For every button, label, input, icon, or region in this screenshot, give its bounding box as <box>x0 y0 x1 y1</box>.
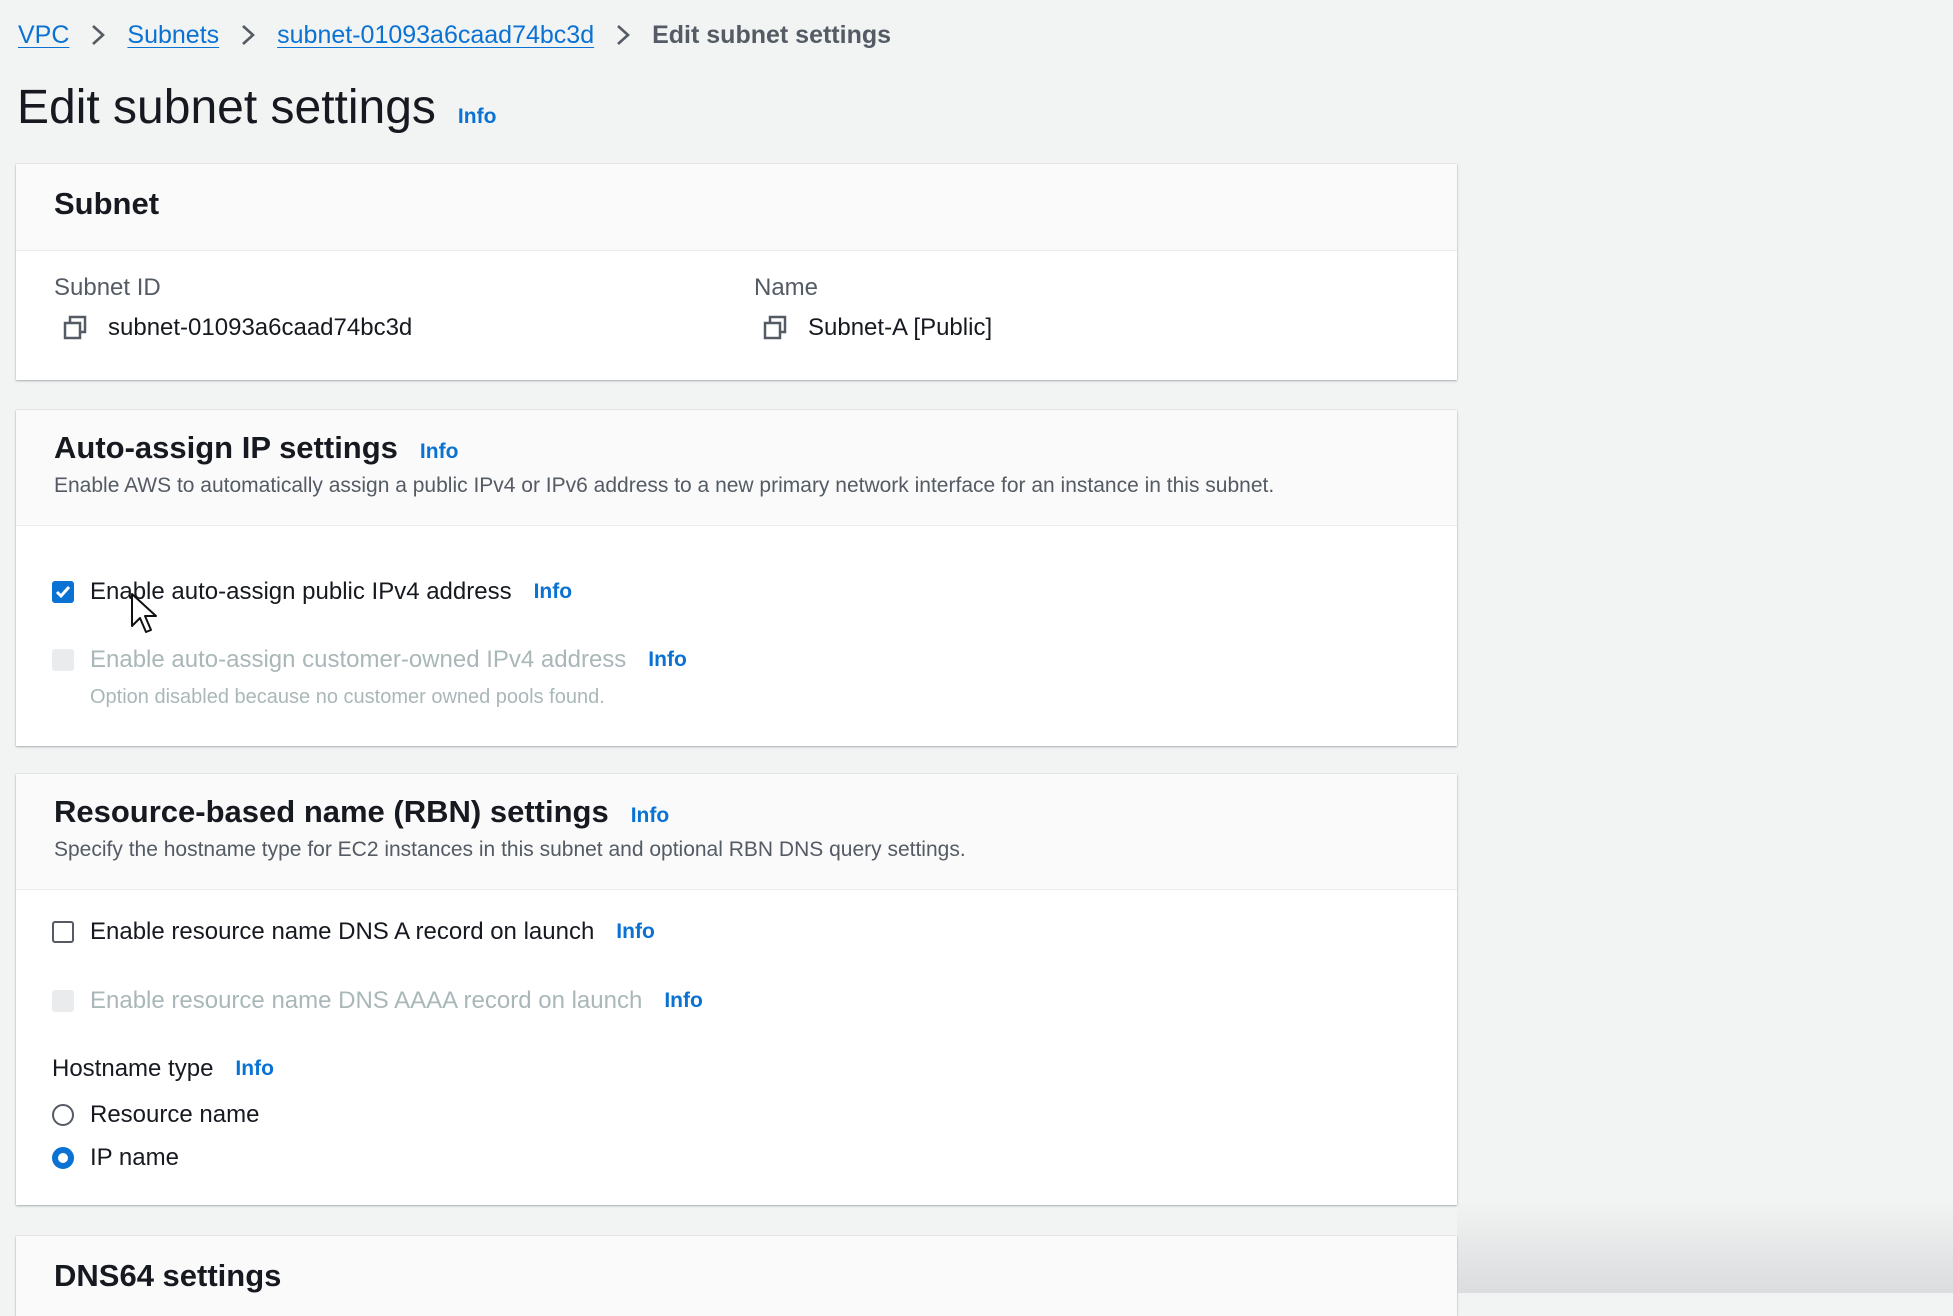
subnet-id-field: Subnet ID subnet-01093a6caad74bc3d <box>54 274 412 342</box>
resource-name-label: Resource name <box>90 1101 260 1128</box>
auto-assign-public-ipv4-label: Enable auto-assign public IPv4 address <box>90 578 512 605</box>
page-info-link[interactable]: Info <box>458 105 496 129</box>
rbn-info-link[interactable]: Info <box>631 804 669 827</box>
auto-assign-public-ipv4-info-link[interactable]: Info <box>534 580 572 604</box>
customer-ipv4-disabled-note: Option disabled because no customer owne… <box>90 686 605 708</box>
rbn-panel-header: Resource-based name (RBN) settings Info S… <box>16 774 1457 890</box>
edit-subnet-settings-page: VPC Subnets subnet-01093a6caad74bc3d Edi… <box>0 0 1953 1316</box>
auto-assign-panel-title: Auto-assign IP settings <box>54 430 398 465</box>
subnet-panel: Subnet Subnet ID subnet-01093a6caad74bc3… <box>16 164 1457 380</box>
copy-icon[interactable] <box>62 315 88 341</box>
dns-a-record-info-link[interactable]: Info <box>616 920 654 944</box>
breadcrumb-current: Edit subnet settings <box>652 20 892 49</box>
page-title: Edit subnet settings <box>17 81 436 134</box>
breadcrumb-subnet-id-link[interactable]: subnet-01093a6caad74bc3d <box>277 21 594 50</box>
auto-assign-description: Enable AWS to automatically assign a pub… <box>54 474 1275 497</box>
subnet-panel-title: Subnet <box>54 186 160 221</box>
subnet-name-label: Name <box>754 274 819 301</box>
dns-a-record-checkbox[interactable] <box>52 921 74 943</box>
dns-a-record-label: Enable resource name DNS A record on lau… <box>90 918 595 945</box>
hostname-resource-name-option[interactable]: Resource name <box>52 1101 259 1129</box>
bottom-right-shadow <box>1457 1200 1953 1293</box>
hostname-type-info-link[interactable]: Info <box>235 1057 273 1081</box>
chevron-right-icon <box>219 18 277 52</box>
hostname-type-label: Hostname type <box>52 1055 214 1082</box>
subnet-panel-header: Subnet <box>16 164 1457 251</box>
auto-assign-customer-ipv4-option: Enable auto-assign customer-owned IPv4 a… <box>52 646 687 674</box>
rbn-settings-panel: Resource-based name (RBN) settings Info S… <box>16 774 1457 1205</box>
dns64-panel-header: DNS64 settings <box>16 1236 1457 1316</box>
dns-aaaa-record-checkbox <box>52 990 74 1012</box>
auto-assign-customer-ipv4-checkbox <box>52 649 74 671</box>
subnet-name-field: Name Subnet-A [Public] <box>754 274 992 342</box>
breadcrumb-subnets-link[interactable]: Subnets <box>127 21 219 50</box>
dns-a-record-option[interactable]: Enable resource name DNS A record on lau… <box>52 918 655 946</box>
dns-aaaa-record-option: Enable resource name DNS AAAA record on … <box>52 987 703 1015</box>
auto-assign-panel-header: Auto-assign IP settings Info Enable AWS t… <box>16 410 1457 526</box>
breadcrumb-vpc-link[interactable]: VPC <box>18 21 69 50</box>
dns64-panel-title: DNS64 settings <box>54 1258 282 1293</box>
dns-aaaa-record-info-link[interactable]: Info <box>664 989 702 1013</box>
rbn-panel-title: Resource-based name (RBN) settings <box>54 794 609 829</box>
dns-aaaa-record-label: Enable resource name DNS AAAA record on … <box>90 987 643 1014</box>
dns64-settings-panel: DNS64 settings <box>16 1236 1457 1316</box>
breadcrumb: VPC Subnets subnet-01093a6caad74bc3d Edi… <box>18 18 891 52</box>
hostname-type-field: Hostname type Info <box>52 1055 274 1083</box>
page-header: Edit subnet settings Info <box>17 80 496 135</box>
ip-name-radio[interactable] <box>52 1147 74 1169</box>
subnet-id-value: subnet-01093a6caad74bc3d <box>108 314 413 341</box>
chevron-right-icon <box>594 18 652 52</box>
auto-assign-customer-ipv4-label: Enable auto-assign customer-owned IPv4 a… <box>90 646 627 673</box>
copy-icon[interactable] <box>762 315 788 341</box>
chevron-right-icon <box>69 18 127 52</box>
hostname-ip-name-option[interactable]: IP name <box>52 1144 179 1172</box>
ip-name-label: IP name <box>90 1144 179 1171</box>
check-icon <box>55 586 71 599</box>
auto-assign-public-ipv4-option[interactable]: Enable auto-assign public IPv4 address I… <box>52 578 572 606</box>
auto-assign-ip-panel: Auto-assign IP settings Info Enable AWS t… <box>16 410 1457 746</box>
auto-assign-customer-ipv4-info-link[interactable]: Info <box>648 648 686 672</box>
subnet-name-value: Subnet-A [Public] <box>808 314 993 341</box>
subnet-id-label: Subnet ID <box>54 274 161 301</box>
rbn-description: Specify the hostname type for EC2 instan… <box>54 838 966 861</box>
resource-name-radio[interactable] <box>52 1104 74 1126</box>
auto-assign-public-ipv4-checkbox[interactable] <box>52 581 74 603</box>
auto-assign-info-link[interactable]: Info <box>420 440 458 463</box>
